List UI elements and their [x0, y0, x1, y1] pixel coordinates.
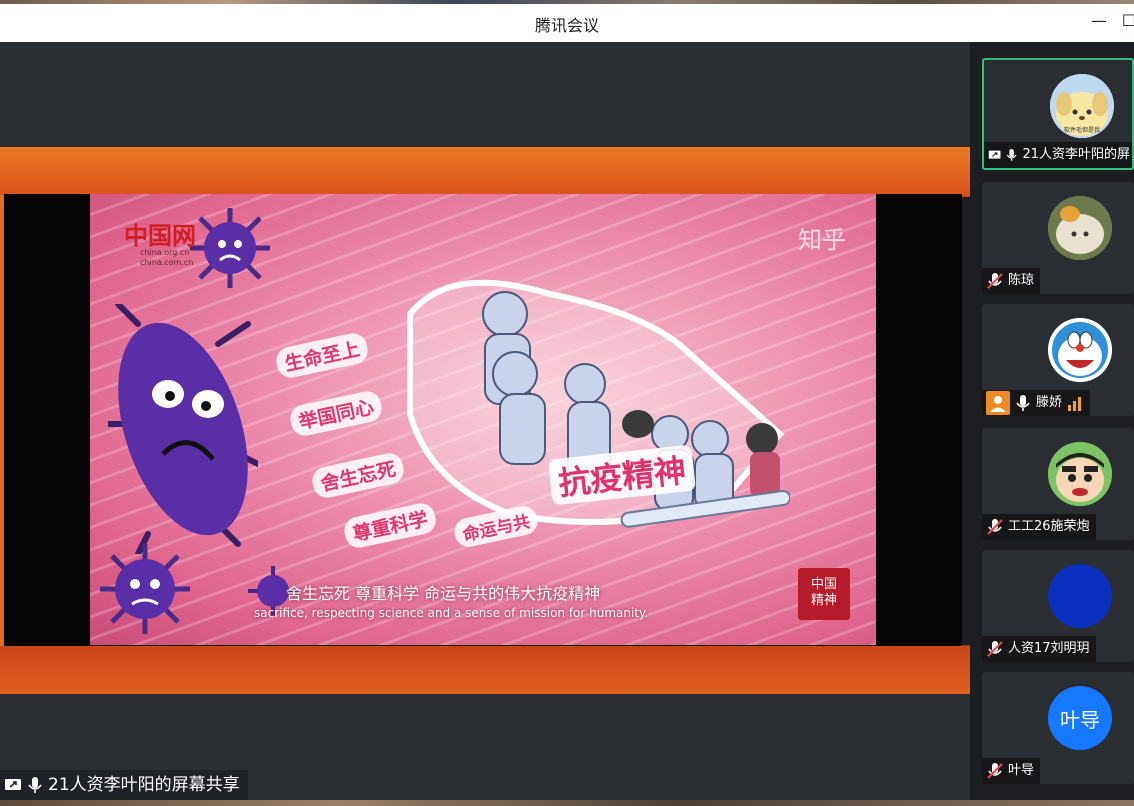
- participant-nameplate: 人资17刘明玥: [982, 636, 1096, 662]
- participant-name: 叶导: [1008, 763, 1035, 778]
- muted-microphone-icon[interactable]: [986, 518, 1004, 536]
- muted-microphone-icon[interactable]: [986, 640, 1004, 658]
- subtitle-chinese: 舍生忘死 尊重科学 命运与共的伟大抗疫精神: [286, 584, 601, 603]
- small-virus-icon: [100, 544, 190, 634]
- participant-name: 滕娇: [1036, 395, 1063, 410]
- muted-microphone-icon[interactable]: [986, 272, 1004, 290]
- shared-screen-area: 知乎 中国网 china.org.cn china.com.cn 生命至上 举国…: [0, 42, 970, 800]
- video-player[interactable]: 知乎 中国网 china.org.cn china.com.cn 生命至上 举国…: [4, 194, 962, 646]
- screen-share-indicator: 21人资李叶阳的屏幕共享: [0, 770, 248, 800]
- microphone-icon: [28, 777, 42, 793]
- brand-url-2: china.com.cn: [140, 258, 194, 267]
- muted-microphone-icon[interactable]: [986, 762, 1004, 780]
- subtitle-english: sacrifice, respecting science and a sens…: [254, 606, 649, 620]
- participant-nameplate: 叶导: [982, 758, 1041, 784]
- seal-line-2: 精神: [810, 593, 837, 608]
- participant-name: 工工26施荣炮: [1008, 519, 1090, 534]
- zhihu-watermark: 知乎: [798, 226, 846, 254]
- maximize-button[interactable]: ☐: [1118, 10, 1134, 32]
- participant-tile[interactable]: 软件毛但是我 21人资李叶阳的屏: [982, 58, 1134, 170]
- small-virus-icon: [190, 208, 270, 288]
- brand-url-1: china.org.cn: [140, 248, 190, 257]
- participant-tile[interactable]: 滕娇: [982, 304, 1134, 416]
- participant-nameplate: 21人资李叶阳的屏: [984, 142, 1132, 168]
- doraemon-icon: [1048, 318, 1112, 382]
- video-frame-illustration: 知乎 中国网 china.org.cn china.com.cn 生命至上 举国…: [90, 194, 876, 645]
- blue-circle-avatar: [1048, 564, 1112, 628]
- participant-nameplate: 陈琼: [982, 268, 1041, 294]
- participant-tile[interactable]: 陈琼: [982, 182, 1134, 294]
- tencent-meeting-window: 腾讯会议 — ☐ 知乎 中国网 china.org.cn china.com.c…: [0, 0, 1134, 806]
- title-bar: 腾讯会议 — ☐: [0, 0, 1134, 42]
- avatar-image: [1048, 318, 1112, 382]
- china-org-url: china.org.cn china.com.cn: [140, 248, 193, 268]
- participant-name: 陈琼: [1008, 273, 1035, 288]
- participant-nameplate: 工工26施荣炮: [982, 514, 1096, 540]
- avatar-initials: 叶导: [1060, 707, 1100, 732]
- china-spirit-seal: 中国 精神: [798, 568, 850, 620]
- participant-tile[interactable]: 叶导 叶导: [982, 672, 1134, 784]
- desktop-strip: [0, 0, 1134, 4]
- large-virus-icon: [108, 304, 258, 554]
- participant-tile[interactable]: 工工26施荣炮: [982, 428, 1134, 540]
- window-title: 腾讯会议: [534, 16, 599, 35]
- desktop-strip-bottom: [0, 800, 1134, 806]
- participant-nameplate: 滕娇: [982, 390, 1091, 416]
- share-label-text: 21人资李叶阳的屏幕共享: [48, 775, 240, 795]
- microphone-icon[interactable]: [1014, 394, 1032, 412]
- text-avatar: 叶导: [1048, 686, 1112, 750]
- avatar-image: [1048, 196, 1112, 260]
- participant-list[interactable]: 软件毛但是我 21人资李叶阳的屏 陈琼 滕娇 工工26施荣炮 人资17刘明玥 叶…: [970, 42, 1134, 800]
- avatar-caption: 软件毛但是我: [1063, 127, 1100, 134]
- china-org-logo: 中国网: [124, 222, 196, 250]
- user-icon: [986, 391, 1010, 415]
- participant-name: 人资17刘明玥: [1008, 641, 1090, 656]
- participant-name: 21人资李叶阳的屏: [1022, 147, 1130, 162]
- cartoon-dog-icon: 软件毛但是我: [1050, 74, 1114, 138]
- avatar-image: [1048, 442, 1112, 506]
- participant-tile[interactable]: 人资17刘明玥: [982, 550, 1134, 662]
- minimize-button[interactable]: —: [1088, 10, 1110, 32]
- screen-share-icon: [988, 150, 1001, 159]
- seal-line-1: 中国: [810, 577, 837, 592]
- signal-bars-icon: [1068, 397, 1082, 411]
- screen-share-icon: [5, 779, 21, 790]
- crayon-shin-chan-icon: [1048, 442, 1112, 506]
- plush-toy-icon: [1048, 196, 1112, 260]
- microphone-icon[interactable]: [1005, 146, 1018, 164]
